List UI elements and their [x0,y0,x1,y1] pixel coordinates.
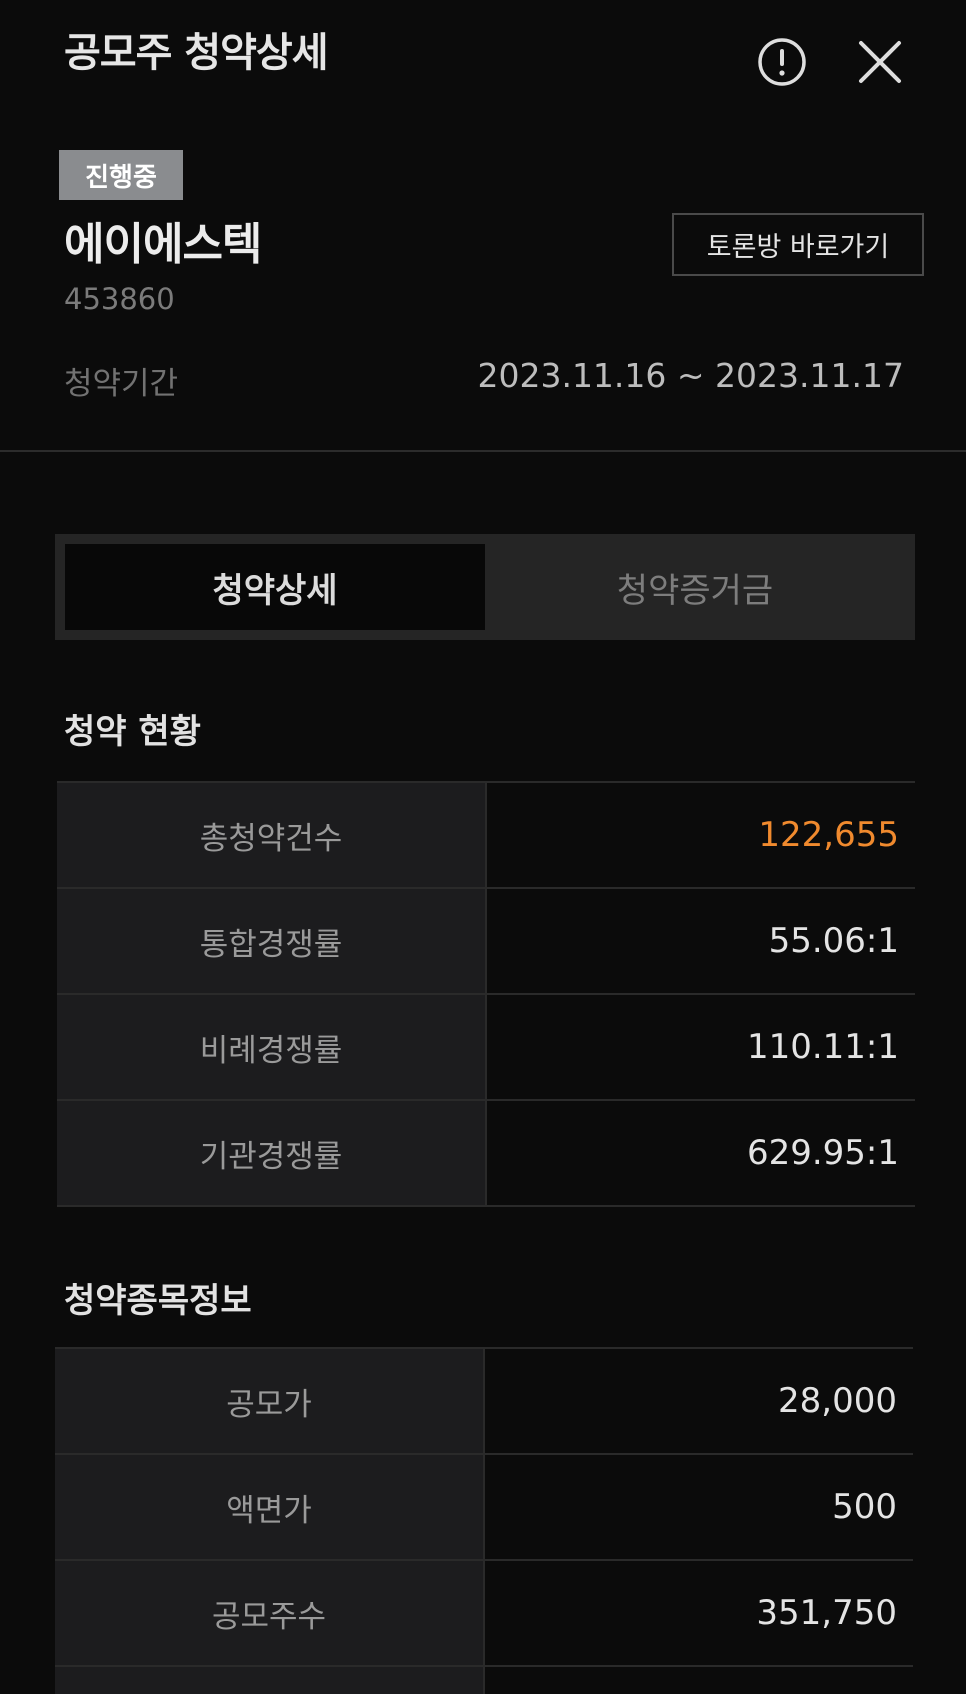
table-row: 통합경쟁률 55.06:1 [57,889,915,995]
subscription-period-value: 2023.11.16 ~ 2023.11.17 [477,356,904,395]
subscription-status-table: 총청약건수 122,655 통합경쟁률 55.06:1 비례경쟁률 110.11… [57,781,915,1207]
row-label: 통합경쟁률 [57,889,487,993]
tab-subscription-deposit[interactable]: 청약증거금 [485,544,905,630]
forum-shortcut-button[interactable]: 토론방 바로가기 [672,213,924,276]
table-row: 공모주수 351,750 [55,1561,913,1667]
status-badge: 진행중 [59,150,183,200]
row-label: 공모주수 [55,1561,485,1665]
row-label: 액면가 [55,1455,485,1559]
table-row: 비례경쟁률 110.11:1 [57,995,915,1101]
stock-name: 에이에스텍 [64,219,262,270]
table-row: 기관경쟁률 629.95:1 [57,1101,915,1207]
section-title-subscription-status: 청약 현황 [64,712,201,752]
row-value: 500 [485,1455,913,1559]
table-row: 총청약건수 122,655 [57,783,915,889]
row-value [485,1667,913,1694]
stock-info-table: 공모가 28,000 액면가 500 공모주수 351,750 [55,1347,913,1694]
table-row: 액면가 500 [55,1455,913,1561]
row-label: 공모가 [55,1349,485,1453]
ipo-detail-screen: 공모주 청약상세 진행중 에이에스텍 453860 토론방 바로가기 청약기간 … [0,0,966,1694]
page-title: 공모주 청약상세 [64,30,329,76]
divider [0,450,966,452]
row-label [55,1667,485,1694]
header: 공모주 청약상세 [0,0,966,110]
row-value: 122,655 [487,783,915,887]
row-value: 28,000 [485,1349,913,1453]
subscription-period-label: 청약기간 [64,366,179,402]
row-label: 총청약건수 [57,783,487,887]
close-icon [859,41,901,83]
tab-subscription-detail[interactable]: 청약상세 [65,544,485,630]
row-value: 110.11:1 [487,995,915,1099]
info-button[interactable] [750,30,814,94]
table-row: 공모가 28,000 [55,1349,913,1455]
stock-code: 453860 [64,282,175,316]
tab-bar: 청약상세 청약증거금 [55,534,915,640]
row-value: 55.06:1 [487,889,915,993]
section-title-stock-info: 청약종목정보 [64,1281,252,1321]
close-button[interactable] [848,30,912,94]
row-value: 351,750 [485,1561,913,1665]
table-row [55,1667,913,1694]
row-label: 기관경쟁률 [57,1101,487,1205]
row-label: 비례경쟁률 [57,995,487,1099]
row-value: 629.95:1 [487,1101,915,1205]
exclamation-circle-icon [758,38,806,86]
